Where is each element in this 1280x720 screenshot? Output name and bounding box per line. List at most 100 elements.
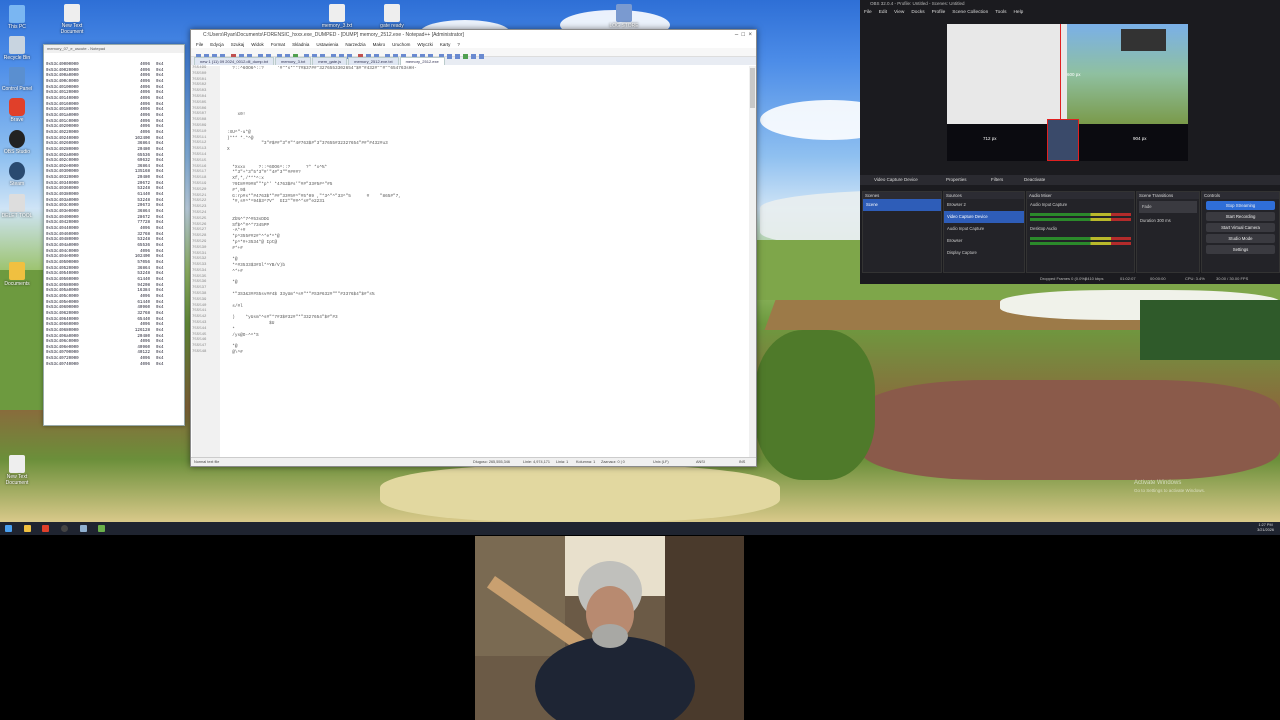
menu-item[interactable]: Ustawienia	[316, 42, 338, 47]
steam-icon	[9, 162, 25, 180]
volume-meter	[1030, 213, 1131, 216]
menu-item[interactable]: Format	[271, 42, 285, 47]
source-item[interactable]: Browser	[944, 235, 1024, 247]
menu-item[interactable]: Wtyczki	[417, 42, 433, 47]
desktop-icon[interactable]: OBS Studio	[0, 130, 34, 155]
notepad-plus-plus-window[interactable]: C:\Users\Ryan\Documents\FORENSIC_hxxx.ex…	[190, 29, 757, 467]
menu-item[interactable]: File	[864, 10, 872, 15]
rec-time: 00:00:00	[1150, 276, 1166, 281]
start-virtual-camera-button[interactable]: Start Virtual Camera	[1206, 223, 1275, 232]
properties-button[interactable]: Properties	[946, 175, 967, 185]
obs-window[interactable]: OBS 32.0.4 - Profile: Untitled - Scenes:…	[860, 0, 1280, 284]
minimize-icon[interactable]: –	[735, 32, 738, 38]
text-file-icon	[384, 4, 400, 22]
menu-item[interactable]: Szukaj	[231, 42, 245, 47]
desktop-icon[interactable]: Brave	[0, 98, 34, 123]
desktop-icon[interactable]: Documents	[0, 262, 34, 287]
maximize-icon[interactable]: □	[742, 32, 746, 38]
menu-item[interactable]: Profile	[932, 10, 946, 15]
field	[0, 270, 45, 410]
transition-select[interactable]: Fade	[1139, 201, 1197, 213]
clock[interactable]: 1:27 PM 3/21/2026	[1257, 523, 1274, 533]
control-panel-icon	[9, 67, 25, 85]
menu-item[interactable]: Help	[1013, 10, 1023, 15]
webcam-image	[475, 536, 744, 720]
menu-bar: File Edit View Docks Profile Scene Collection…	[860, 8, 1280, 17]
menu-item[interactable]: Edycja	[210, 42, 224, 47]
start-icon[interactable]	[5, 525, 12, 532]
notepad-plus-plus-icon[interactable]	[98, 525, 105, 532]
menu-item[interactable]: File	[196, 42, 203, 47]
source-item[interactable]: Browser 2	[944, 199, 1024, 211]
brave-icon[interactable]	[42, 525, 49, 532]
source-item[interactable]: Video Capture Device	[944, 211, 1024, 223]
tab[interactable]: mem_gate.js	[312, 57, 348, 65]
preview-notepad	[947, 24, 1067, 124]
editor-text[interactable]: ?::^6OO6^::? '#"*s*"*7#$37##"32765533026…	[227, 66, 746, 457]
bitrate: 8410 kbps	[1085, 276, 1104, 281]
pc-icon	[9, 5, 25, 23]
menu-item[interactable]: Edit	[879, 10, 887, 15]
menu-item[interactable]: Skladnia	[292, 42, 309, 47]
menu-item[interactable]: View	[894, 10, 904, 15]
source-item[interactable]: Display Capture	[944, 247, 1024, 259]
desktop-icon[interactable]: Steam	[0, 162, 34, 187]
scenes-title: Scenes	[863, 192, 941, 199]
controls-title: Controls	[1202, 192, 1279, 199]
obs-icon[interactable]	[61, 525, 68, 532]
tab[interactable]: memory_2512.exe	[399, 57, 445, 65]
desktop-icon[interactable]: New Text Document	[0, 455, 34, 486]
script-icon	[616, 4, 632, 22]
webcam-source-selected[interactable]	[1047, 119, 1079, 161]
stop-streaming-button[interactable]: Stop Streaming	[1206, 201, 1275, 210]
desktop-icon-label: New Text Document	[60, 23, 84, 35]
studio-mode-button[interactable]: Studio Mode	[1206, 234, 1275, 243]
menu-item[interactable]: Tools	[995, 10, 1006, 15]
file-explorer-icon[interactable]	[24, 525, 31, 532]
source-item[interactable]: Audio Input Capture	[944, 223, 1024, 235]
sources-dock: Sources Browser 2 Video Capture Device A…	[943, 191, 1025, 273]
deactivate-button[interactable]: Deactivate	[1024, 175, 1045, 185]
desktop-icon[interactable]: Recycle Bin	[0, 36, 34, 61]
notepad-icon[interactable]	[80, 525, 87, 532]
desktop-icon[interactable]: memory_3.txt	[320, 4, 354, 29]
preview-canvas[interactable]: 712 px 904 px 600 px	[947, 24, 1188, 161]
scene-item[interactable]: Scene	[863, 199, 941, 211]
scrollbar-thumb[interactable]	[750, 68, 755, 108]
menu-item[interactable]: Scene Collection	[952, 10, 988, 15]
menu-item[interactable]: Docks	[911, 10, 924, 15]
desktop-icon[interactable]: LOG STORE	[607, 4, 641, 29]
tab[interactable]: new 1 (11) 09 2024_0012.dll_dump.txt	[194, 57, 274, 65]
desktop-icon-label: Documents	[4, 281, 30, 287]
text-line: @\^#	[227, 350, 243, 356]
scrollbar[interactable]	[749, 66, 756, 457]
settings-button[interactable]: Settings	[1206, 245, 1275, 254]
memory-map-window[interactable]: memory_07_e_uscute - Notepad 0x53c400000…	[43, 44, 185, 426]
start-recording-button[interactable]: Start Recording	[1206, 212, 1275, 221]
tab[interactable]: memory_3.txt	[274, 57, 312, 65]
duration-input[interactable]: 300 ms	[1157, 218, 1171, 223]
px-label-top: 600 px	[1067, 72, 1081, 77]
menu-item[interactable]: Widok	[251, 42, 264, 47]
tab[interactable]: memory_2512.exe.txt	[348, 57, 399, 65]
desktop-icon[interactable]: DELET TOOL	[0, 194, 34, 219]
menu-item[interactable]: Karty	[440, 42, 451, 47]
window-controls[interactable]: – □ ×	[735, 32, 752, 38]
desktop-icon[interactable]: New Text Document	[55, 4, 89, 35]
memory-map-cell: 0x53c40740000	[46, 362, 79, 367]
close-icon[interactable]: ×	[748, 32, 752, 38]
text-file-icon	[329, 4, 345, 22]
desktop-icon[interactable]: This PC	[0, 5, 34, 30]
filters-button[interactable]: Filters	[991, 175, 1003, 185]
memory-map-cell: 4096	[139, 362, 150, 367]
desktop-icon[interactable]: Control Panel	[0, 67, 34, 92]
controls-dock: Controls Stop Streaming Start Recording …	[1201, 191, 1280, 273]
menu-item[interactable]: Narzedzia	[345, 42, 365, 47]
menu-item[interactable]: Uruchom	[392, 42, 410, 47]
menu-item[interactable]: Makro	[373, 42, 386, 47]
menu-item[interactable]: ?	[457, 42, 460, 47]
memory-map-cell: 0x4	[156, 362, 164, 367]
desktop-icon-label: OBS Studio	[3, 149, 31, 155]
line-number: 755548	[192, 350, 207, 355]
desktop-icon[interactable]: gate ready	[375, 4, 409, 29]
